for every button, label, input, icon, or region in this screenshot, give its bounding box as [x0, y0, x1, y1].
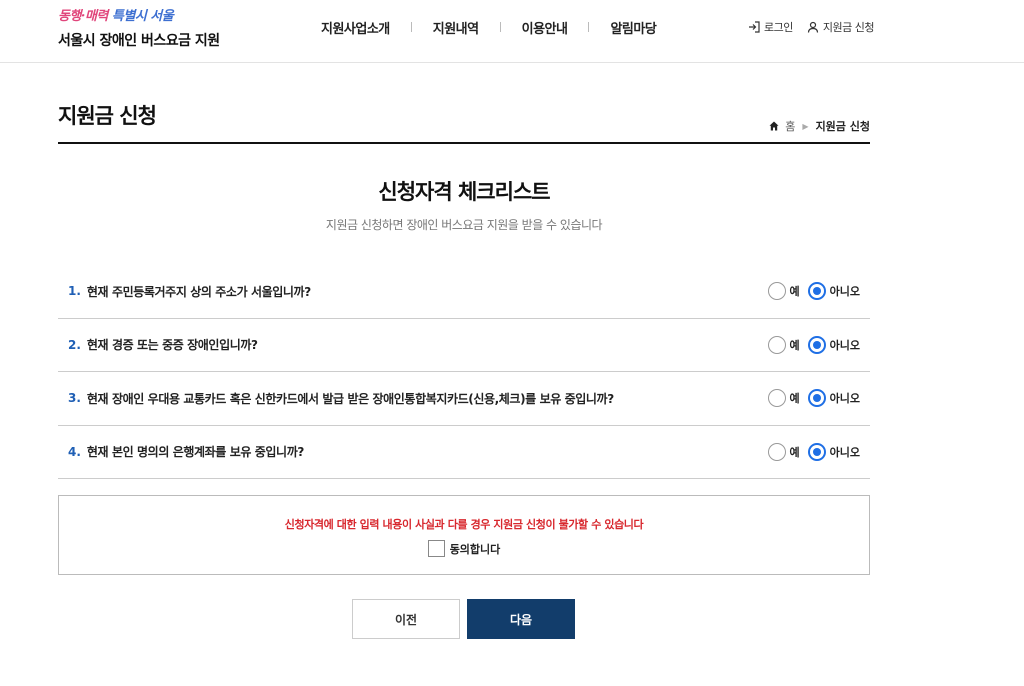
agree-checkbox[interactable] — [427, 540, 445, 557]
notice-box: 신청자격에 대한 입력 내용이 사실과 다를 경우 지원금 신청이 불가할 수 … — [58, 495, 870, 575]
question-text: 현재 본인 명의의 은행계좌를 보유 중입니까? — [86, 445, 304, 460]
option-yes[interactable]: 예 — [767, 282, 800, 301]
option-yes-label: 예 — [789, 445, 800, 459]
nav-item-notice-board[interactable]: 알림마당 — [589, 18, 677, 37]
option-no[interactable]: 아니오 — [807, 442, 860, 461]
breadcrumb-current: 지원금 신청 — [815, 120, 870, 133]
breadcrumb: 홈 ▶ 지원금 신청 — [769, 118, 870, 134]
login-link[interactable]: 로그인 — [748, 19, 793, 35]
option-yes[interactable]: 예 — [767, 335, 800, 354]
option-no[interactable]: 아니오 — [807, 389, 860, 408]
option-yes-label: 예 — [789, 392, 800, 406]
breadcrumb-home-label: 홈 — [785, 120, 796, 133]
question-row: 4. 현재 본인 명의의 은행계좌를 보유 중입니까? 예 아니오 — [58, 426, 870, 479]
login-label: 로그인 — [764, 21, 793, 34]
nav-item-usage-guide[interactable]: 이용안내 — [501, 18, 589, 37]
radio-no[interactable] — [807, 442, 826, 461]
answer-options: 예 아니오 — [767, 442, 860, 461]
option-yes[interactable]: 예 — [767, 442, 800, 461]
slogan-part1: 동행·매력 — [58, 9, 108, 24]
page-title: 지원금 신청 — [58, 104, 157, 128]
option-no[interactable]: 아니오 — [807, 335, 860, 354]
apply-link[interactable]: 지원금 신청 — [807, 19, 874, 35]
radio-no[interactable] — [807, 335, 826, 354]
question-number: 2. — [68, 337, 81, 352]
question-number: 3. — [68, 391, 81, 406]
answer-options: 예 아니오 — [767, 335, 860, 354]
option-yes-label: 예 — [789, 338, 800, 352]
radio-no[interactable] — [807, 389, 826, 408]
site-logo[interactable]: 동행·매력 특별시 서울 서울시 장애인 버스요금 지원 — [58, 6, 220, 50]
option-no-label: 아니오 — [829, 285, 860, 299]
question-list: 1. 현재 주민등록거주지 상의 주소가 서울입니까? 예 아니오 2. 현재 … — [58, 265, 870, 479]
option-no-label: 아니오 — [829, 392, 860, 406]
prev-button[interactable]: 이전 — [352, 599, 460, 639]
user-icon — [807, 21, 818, 33]
nav-item-program-intro[interactable]: 지원사업소개 — [300, 18, 411, 37]
question-number: 1. — [68, 284, 81, 299]
radio-yes[interactable] — [767, 389, 786, 408]
nav-item-support-history[interactable]: 지원내역 — [412, 18, 500, 37]
question-text: 현재 주민등록거주지 상의 주소가 서울입니까? — [86, 284, 311, 299]
site-header: 동행·매력 특별시 서울 서울시 장애인 버스요금 지원 지원사업소개 지원내역… — [0, 0, 1024, 63]
option-yes[interactable]: 예 — [767, 389, 800, 408]
logo-slogan: 동행·매력 특별시 서울 — [58, 6, 220, 28]
question-row: 3. 현재 장애인 우대용 교통카드 혹은 신한카드에서 발급 받은 장애인통합… — [58, 372, 870, 426]
option-no-label: 아니오 — [829, 338, 860, 352]
utility-menu: 로그인 지원금 신청 — [748, 19, 874, 35]
question-text: 현재 장애인 우대용 교통카드 혹은 신한카드에서 발급 받은 장애인통합복지카… — [86, 391, 614, 406]
breadcrumb-home[interactable]: 홈 — [769, 118, 795, 134]
slogan-part2: 특별시 서울 — [111, 9, 174, 24]
option-yes-label: 예 — [789, 285, 800, 299]
checklist-description: 지원금 신청하면 장애인 버스요금 지원을 받을 수 있습니다 — [325, 218, 603, 232]
radio-yes[interactable] — [767, 282, 786, 301]
radio-yes[interactable] — [767, 335, 786, 354]
next-button[interactable]: 다음 — [467, 599, 575, 639]
title-divider — [58, 142, 870, 144]
question-row: 2. 현재 경증 또는 중증 장애인입니까? 예 아니오 — [58, 319, 870, 372]
checklist-title: 신청자격 체크리스트 — [378, 180, 550, 204]
radio-no[interactable] — [807, 282, 826, 301]
answer-options: 예 아니오 — [767, 282, 860, 301]
question-number: 4. — [68, 444, 81, 459]
agree-label: 동의합니다 — [449, 542, 501, 556]
main-nav: 지원사업소개 지원내역 이용안내 알림마당 — [300, 17, 677, 37]
eligibility-warning: 신청자격에 대한 입력 내용이 사실과 다를 경우 지원금 신청이 불가할 수 … — [284, 518, 644, 531]
question-row: 1. 현재 주민등록거주지 상의 주소가 서울입니까? 예 아니오 — [58, 265, 870, 319]
option-no-label: 아니오 — [829, 445, 860, 459]
option-no[interactable]: 아니오 — [807, 282, 860, 301]
answer-options: 예 아니오 — [767, 389, 860, 408]
radio-yes[interactable] — [767, 442, 786, 461]
home-icon — [769, 121, 779, 131]
apply-label: 지원금 신청 — [822, 21, 875, 34]
site-title: 서울시 장애인 버스요금 지원 — [58, 33, 220, 49]
question-text: 현재 경증 또는 중증 장애인입니까? — [86, 338, 258, 353]
login-icon — [749, 21, 760, 33]
chevron-right-icon: ▶ — [802, 121, 809, 131]
agree-checkbox-label[interactable]: 동의합니다 — [59, 540, 869, 557]
